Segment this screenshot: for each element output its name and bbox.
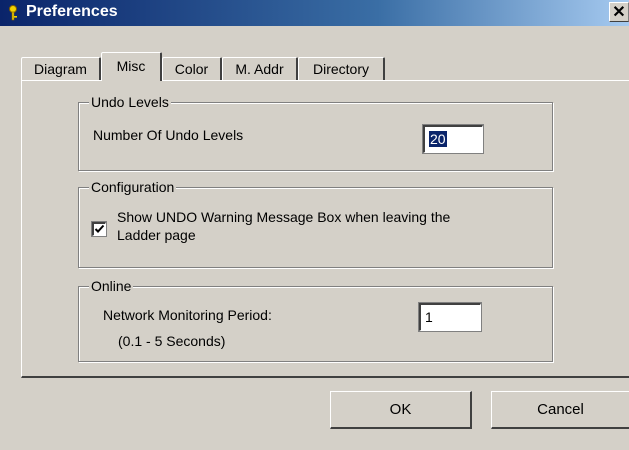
tab-label: Directory xyxy=(312,61,369,77)
undo-levels-group-label: Undo Levels xyxy=(89,94,171,110)
tab-color[interactable]: Color xyxy=(162,57,222,81)
network-monitoring-label: Network Monitoring Period: xyxy=(103,307,272,323)
ok-button[interactable]: OK xyxy=(330,391,472,429)
network-monitoring-range: (0.1 - 5 Seconds) xyxy=(118,333,226,349)
tab-label: M. Addr xyxy=(235,61,284,77)
tab-label: Color xyxy=(174,61,209,77)
configuration-group-label: Configuration xyxy=(89,179,177,195)
online-group-label: Online xyxy=(89,278,134,294)
undo-warning-label-line1: Show UNDO Warning Message Box when leavi… xyxy=(117,209,451,225)
close-icon: ✕ xyxy=(612,4,626,21)
window-title: Preferences xyxy=(26,3,118,20)
tab-misc[interactable]: Misc xyxy=(101,52,162,81)
cancel-button-label: Cancel xyxy=(537,401,584,418)
undo-levels-value: 20 xyxy=(429,131,447,147)
tab-label: Misc xyxy=(116,58,146,74)
network-monitoring-input[interactable]: 1 xyxy=(418,302,482,332)
cancel-button[interactable]: Cancel xyxy=(491,391,629,429)
tab-m-addr[interactable]: M. Addr xyxy=(222,57,298,81)
checkmark-icon xyxy=(94,224,105,233)
tab-diagram[interactable]: Diagram xyxy=(21,57,101,81)
title-bar: Preferences ✕ xyxy=(0,0,629,26)
undo-levels-input[interactable]: 20 xyxy=(422,124,484,154)
network-monitoring-value: 1 xyxy=(425,309,433,325)
ok-button-label: OK xyxy=(389,401,412,418)
undo-warning-checkbox[interactable] xyxy=(91,221,107,237)
tab-label: Diagram xyxy=(34,61,87,77)
tab-directory[interactable]: Directory xyxy=(298,57,385,81)
undo-warning-label-line2: Ladder page xyxy=(117,227,196,243)
undo-levels-label: Number Of Undo Levels xyxy=(93,127,244,143)
key-icon xyxy=(9,5,17,21)
close-button[interactable]: ✕ xyxy=(609,2,629,22)
online-group xyxy=(78,286,553,362)
